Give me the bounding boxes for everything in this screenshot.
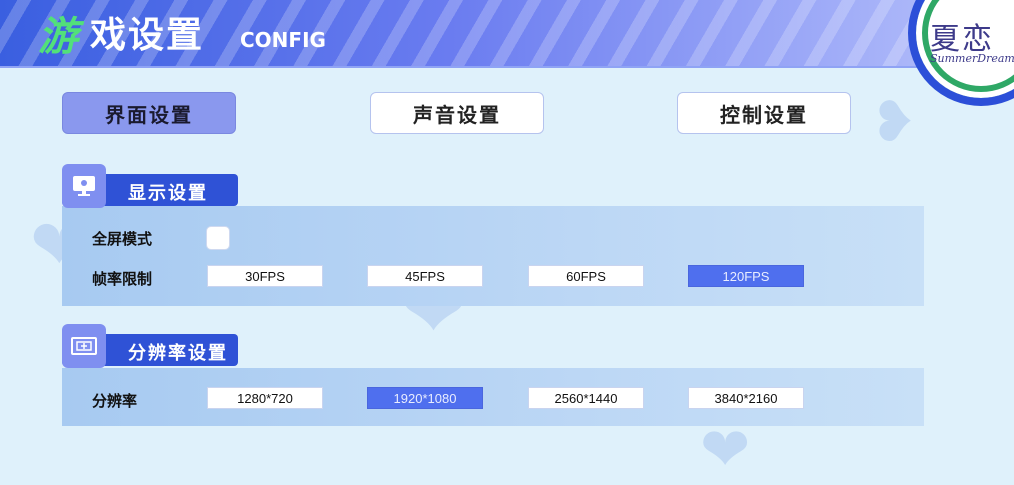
page-title: 戏设置 — [90, 15, 205, 56]
logo-subtitle: SummerDream — [930, 52, 1014, 65]
fullscreen-checkbox[interactable] — [206, 226, 230, 250]
resolution-option-3840x2160[interactable]: 3840*2160 — [688, 387, 804, 409]
tab-interface-settings[interactable]: 界面设置 — [62, 92, 236, 134]
framerate-option-45[interactable]: 45FPS — [367, 265, 483, 287]
framerate-option-120[interactable]: 120FPS — [688, 265, 804, 287]
heart-decoration-icon: ❥ — [870, 90, 917, 155]
fullscreen-label: 全屏模式 — [92, 230, 153, 248]
screen-icon — [62, 324, 106, 368]
framerate-option-30[interactable]: 30FPS — [207, 265, 323, 287]
tab-control-settings[interactable]: 控制设置 — [677, 92, 851, 134]
framerate-option-60[interactable]: 60FPS — [528, 265, 644, 287]
resolution-option-1920x1080[interactable]: 1920*1080 — [367, 387, 483, 409]
monitor-icon — [62, 164, 106, 208]
display-settings-panel — [62, 206, 924, 306]
page-title-first-char: 游 — [38, 14, 79, 60]
resolution-option-1280x720[interactable]: 1280*720 — [207, 387, 323, 409]
tab-sound-settings[interactable]: 声音设置 — [370, 92, 544, 134]
display-section-title: 显示设置 — [128, 183, 208, 204]
resolution-label: 分辨率 — [92, 392, 138, 410]
resolution-option-2560x1440[interactable]: 2560*1440 — [528, 387, 644, 409]
framerate-label: 帧率限制 — [92, 270, 153, 288]
heart-decoration-icon: ❤ — [700, 415, 751, 485]
header-banner: 游 戏设置 CONFIG — [0, 0, 1000, 66]
page-title-en: CONFIG — [240, 28, 326, 52]
resolution-section-title: 分辨率设置 — [128, 343, 228, 364]
